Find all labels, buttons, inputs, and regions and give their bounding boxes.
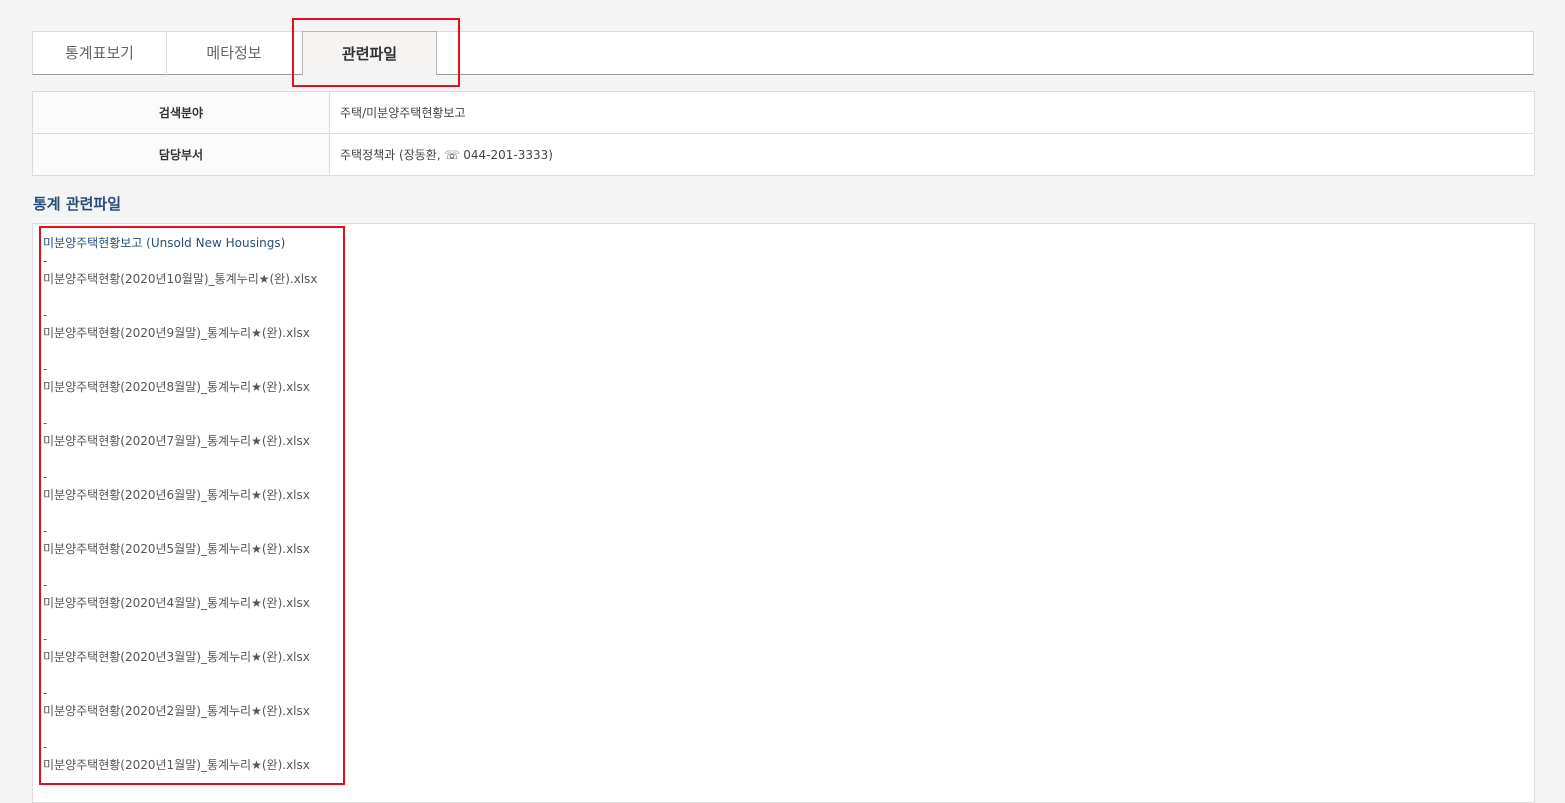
file-download-link[interactable]: 미분양주택현황(2020년3월말)_통계누리★(완).xlsx xyxy=(43,648,318,666)
dash-separator: - xyxy=(43,416,48,430)
file-download-link[interactable]: 미분양주택현황(2020년8월말)_통계누리★(완).xlsx xyxy=(43,378,318,396)
tab-view-table[interactable]: 통계표보기 xyxy=(33,32,167,75)
info-row-search-field: 검색분야 주택/미분양주택현황보고 xyxy=(32,91,1535,134)
file-download-link[interactable]: 미분양주택현황(2020년2월말)_통계누리★(완).xlsx xyxy=(43,702,318,720)
file-item: - 미분양주택현황(2020년7월말)_통계누리★(완).xlsx xyxy=(43,414,318,450)
info-row-department: 담당부서 주택정책과 (장동환, ☏ 044-201-3333) xyxy=(32,133,1535,176)
file-list: 미분양주택현황보고 (Unsold New Housings) - 미분양주택현황… xyxy=(43,234,318,774)
file-item: - 미분양주택현황(2020년6월말)_통계누리★(완).xlsx xyxy=(43,468,318,504)
section-title: 통계 관련파일 xyxy=(33,195,122,213)
dash-separator: - xyxy=(43,308,48,322)
dash-separator: - xyxy=(43,740,48,754)
file-download-link[interactable]: 미분양주택현황(2020년7월말)_통계누리★(완).xlsx xyxy=(43,432,318,450)
file-download-link[interactable]: 미분양주택현황(2020년1월말)_통계누리★(완).xlsx xyxy=(43,756,318,774)
file-item: - 미분양주택현황(2020년3월말)_통계누리★(완).xlsx xyxy=(43,630,318,666)
file-item: - 미분양주택현황(2020년4월말)_통계누리★(완).xlsx xyxy=(43,576,318,612)
tab-meta-info[interactable]: 메타정보 xyxy=(167,32,301,75)
file-item: - 미분양주택현황(2020년10월말)_통계누리★(완).xlsx xyxy=(43,252,318,288)
report-title-link[interactable]: 미분양주택현황보고 (Unsold New Housings) xyxy=(43,234,318,252)
file-download-link[interactable]: 미분양주택현황(2020년5월말)_통계누리★(완).xlsx xyxy=(43,540,318,558)
dash-separator: - xyxy=(43,470,48,484)
file-item: - 미분양주택현황(2020년8월말)_통계누리★(완).xlsx xyxy=(43,360,318,396)
dash-separator: - xyxy=(43,578,48,592)
search-field-value: 주택/미분양주택현황보고 xyxy=(329,91,1535,134)
file-download-link[interactable]: 미분양주택현황(2020년6월말)_통계누리★(완).xlsx xyxy=(43,486,318,504)
file-download-link[interactable]: 미분양주택현황(2020년9월말)_통계누리★(완).xlsx xyxy=(43,324,318,342)
department-value: 주택정책과 (장동환, ☏ 044-201-3333) xyxy=(329,133,1535,176)
info-table: 검색분야 주택/미분양주택현황보고 담당부서 주택정책과 (장동환, ☏ 044… xyxy=(32,91,1535,176)
file-item: - 미분양주택현황(2020년5월말)_통계누리★(완).xlsx xyxy=(43,522,318,558)
tab-bar: 통계표보기 메타정보 관련파일 xyxy=(32,31,1534,75)
department-label: 담당부서 xyxy=(32,133,330,176)
file-item: - 미분양주택현황(2020년2월말)_통계누리★(완).xlsx xyxy=(43,684,318,720)
dash-separator: - xyxy=(43,362,48,376)
tab-related-files[interactable]: 관련파일 xyxy=(302,31,437,75)
file-download-link[interactable]: 미분양주택현황(2020년4월말)_통계누리★(완).xlsx xyxy=(43,594,318,612)
search-field-label: 검색분야 xyxy=(32,91,330,134)
dash-separator: - xyxy=(43,686,48,700)
dash-separator: - xyxy=(43,524,48,538)
dash-separator: - xyxy=(43,632,48,646)
dash-separator: - xyxy=(43,254,48,268)
file-item: - 미분양주택현황(2020년9월말)_통계누리★(완).xlsx xyxy=(43,306,318,342)
file-download-link[interactable]: 미분양주택현황(2020년10월말)_통계누리★(완).xlsx xyxy=(43,270,318,288)
file-item: - 미분양주택현황(2020년1월말)_통계누리★(완).xlsx xyxy=(43,738,318,774)
